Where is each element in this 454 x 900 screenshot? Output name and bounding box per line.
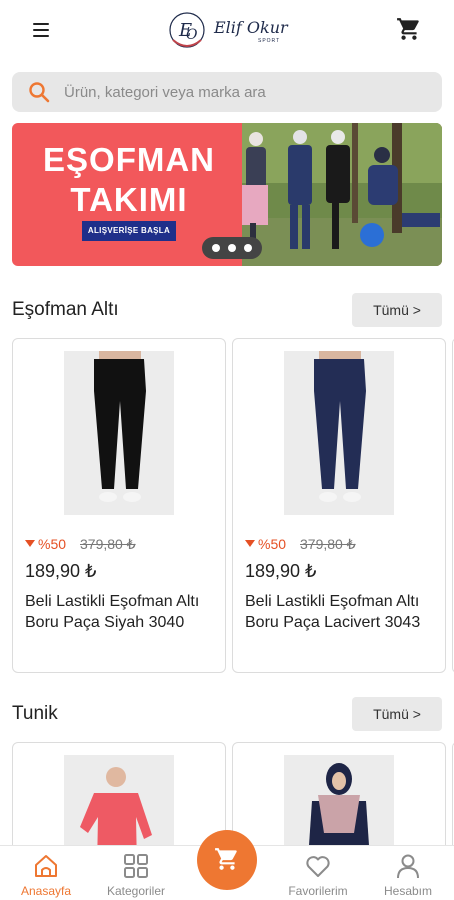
carousel-dot[interactable]	[228, 244, 236, 252]
search-bar[interactable]	[12, 72, 442, 112]
banner-photo-image	[242, 123, 442, 266]
see-all-button-esofman[interactable]: Tümü >	[352, 293, 442, 327]
cart-icon	[215, 848, 237, 870]
banner-title-line1: EŞOFMAN	[43, 141, 215, 178]
logo-text: Elif Okur	[214, 18, 288, 37]
grid-icon	[124, 854, 148, 878]
carousel-dot[interactable]	[212, 244, 220, 252]
nav-categories[interactable]: Kategoriler	[91, 846, 181, 900]
brand-logo[interactable]: E O Elif Okur SPORT	[162, 8, 292, 54]
search-input[interactable]	[64, 72, 424, 112]
nav-label-account: Hesabım	[383, 884, 433, 898]
nav-label-favorites: Favorilerim	[288, 884, 348, 898]
section-title-tunik: Tunik	[12, 703, 58, 724]
banner-title-line2: TAKIMI	[70, 181, 188, 218]
nav-label-home: Anasayfa	[20, 884, 72, 898]
price: 189,90 ₺	[25, 561, 97, 581]
product-card[interactable]: %50 379,80 ₺ 189,90 ₺ Beli Lastikli Eşof…	[12, 338, 226, 673]
product-card[interactable]: %50 379,80 ₺ 189,90 ₺ Beli Lastikli Eşof…	[232, 338, 446, 673]
old-price: 379,80 ₺	[300, 536, 356, 552]
down-arrow-icon	[245, 540, 255, 547]
product-name[interactable]: Beli Lastikli Eşofman Altı Boru Paça Lac…	[245, 591, 441, 633]
cart-icon[interactable]	[396, 16, 422, 42]
home-icon	[35, 855, 57, 877]
discount-value: %50	[38, 536, 67, 552]
center-cart-button[interactable]	[197, 830, 257, 890]
discount-badge: %50	[25, 536, 66, 552]
nav-account[interactable]: Hesabım	[363, 846, 453, 900]
logo-subtext: SPORT	[258, 38, 281, 44]
down-arrow-icon	[25, 540, 35, 547]
person-icon	[397, 854, 419, 879]
product-name[interactable]: Beli Lastikli Eşofman Altı Boru Paça Siy…	[25, 591, 221, 633]
top-app-bar: E O Elif Okur SPORT	[0, 0, 454, 62]
menu-icon[interactable]	[30, 18, 54, 42]
nav-favorites[interactable]: Favorilerim	[273, 846, 363, 900]
carousel-dot[interactable]	[244, 244, 252, 252]
svg-text:O: O	[186, 27, 198, 43]
heart-icon	[306, 856, 330, 877]
banner-cta-button[interactable]: ALIŞVERİŞE BAŞLA	[82, 221, 176, 241]
logo-emblem-icon: E O	[169, 12, 205, 48]
promo-banner[interactable]: EŞOFMAN TAKIMI ALIŞVERİŞE BAŞLA	[12, 123, 442, 266]
product-image	[64, 351, 174, 515]
nav-label-categories: Kategoriler	[106, 884, 166, 898]
discount-badge: %50	[245, 536, 286, 552]
discount-value: %50	[258, 536, 287, 552]
carousel-indicator[interactable]	[202, 237, 262, 259]
price: 189,90 ₺	[245, 561, 317, 581]
section-title-esofman: Eşofman Altı	[12, 299, 119, 320]
product-image	[284, 351, 394, 515]
old-price: 379,80 ₺	[80, 536, 136, 552]
search-icon	[29, 82, 50, 103]
see-all-button-tunik[interactable]: Tümü >	[352, 697, 442, 731]
nav-home[interactable]: Anasayfa	[1, 846, 91, 900]
